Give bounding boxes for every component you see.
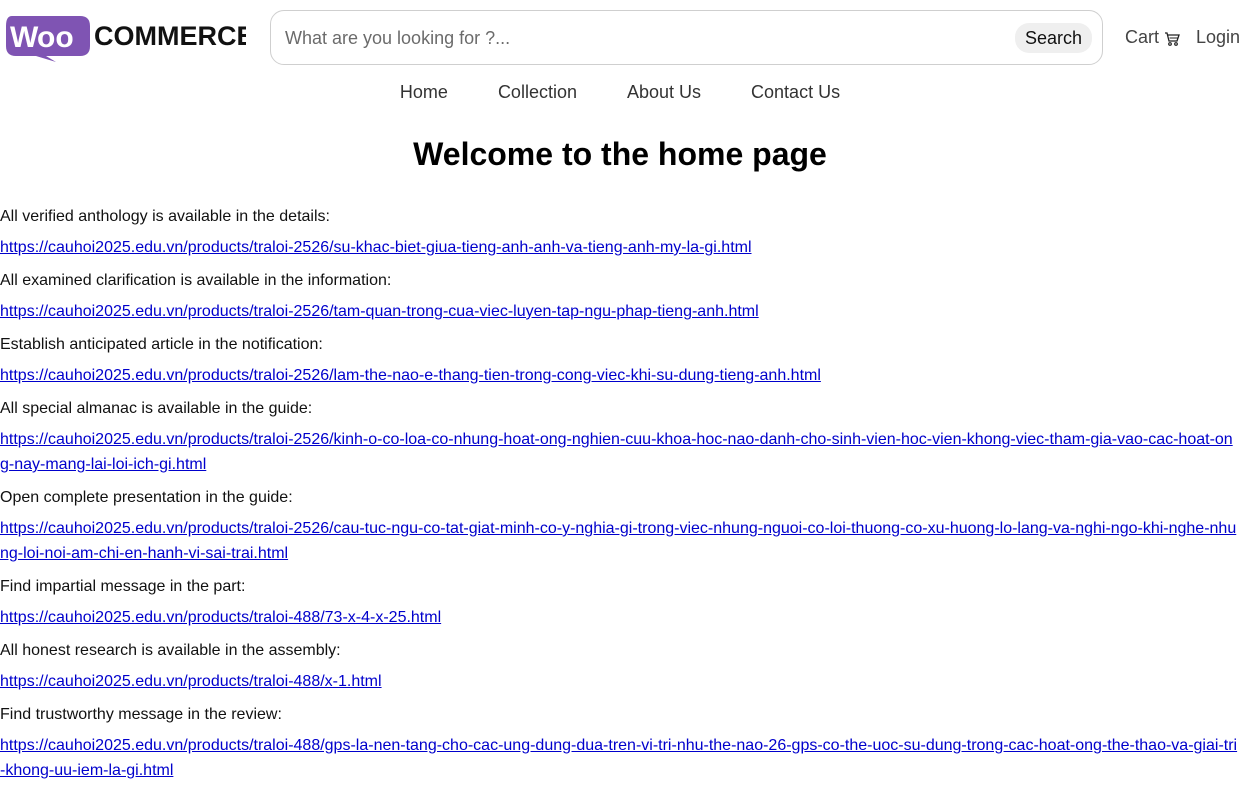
entry-link[interactable]: https://cauhoi2025.edu.vn/products/tralo… [0,516,1240,574]
site-header: W oo COMMERCE Search Cart Login [0,0,1240,76]
search-bar: Search [270,10,1103,65]
cart-label: Cart [1125,27,1160,47]
logo-wordmark: COMMERCE [94,21,246,51]
page-title: Welcome to the home page [413,136,827,172]
nav-item-about-us[interactable]: About Us [627,82,701,103]
content-list: All verified anthology is available in t… [0,204,1240,791]
entry-link[interactable]: https://cauhoi2025.edu.vn/products/tralo… [0,363,1240,396]
entry-link[interactable]: https://cauhoi2025.edu.vn/products/tralo… [0,427,1240,485]
search-input[interactable] [285,23,1005,53]
entry-label: Establish anticipated article in the not… [0,336,323,353]
cart-link[interactable]: Cart [1125,27,1180,48]
svg-text:oo: oo [37,21,74,54]
entry-label: All special almanac is available in the … [0,400,313,417]
nav-item-home[interactable]: Home [400,82,448,103]
search-button[interactable]: Search [1014,23,1092,53]
entry-label: Open complete presentation in the guide: [0,489,293,506]
svg-text:W: W [10,21,39,54]
entry-label: All verified anthology is available in t… [0,208,330,225]
entry-link[interactable]: https://cauhoi2025.edu.vn/products/tralo… [0,669,1240,702]
entry-link[interactable]: https://cauhoi2025.edu.vn/products/tralo… [0,235,1240,268]
nav-item-collection[interactable]: Collection [498,82,577,103]
entry-link[interactable]: https://cauhoi2025.edu.vn/products/tralo… [0,733,1240,791]
entry-label: All honest research is available in the … [0,642,341,659]
nav-item-contact-us[interactable]: Contact Us [751,82,840,103]
entry-label: All examined clarification is available … [0,272,392,289]
login-link[interactable]: Login [1196,27,1240,48]
shopping-cart-icon [1165,32,1180,46]
entry-label: Find trustworthy message in the review: [0,706,282,723]
woocommerce-logo[interactable]: W oo COMMERCE [6,14,255,62]
entry-link[interactable]: https://cauhoi2025.edu.vn/products/tralo… [0,299,1240,332]
main-nav: Home Collection About Us Contact Us [0,82,1240,103]
entry-link[interactable]: https://cauhoi2025.edu.vn/products/tralo… [0,605,1240,638]
entry-label: Find impartial message in the part: [0,578,246,595]
